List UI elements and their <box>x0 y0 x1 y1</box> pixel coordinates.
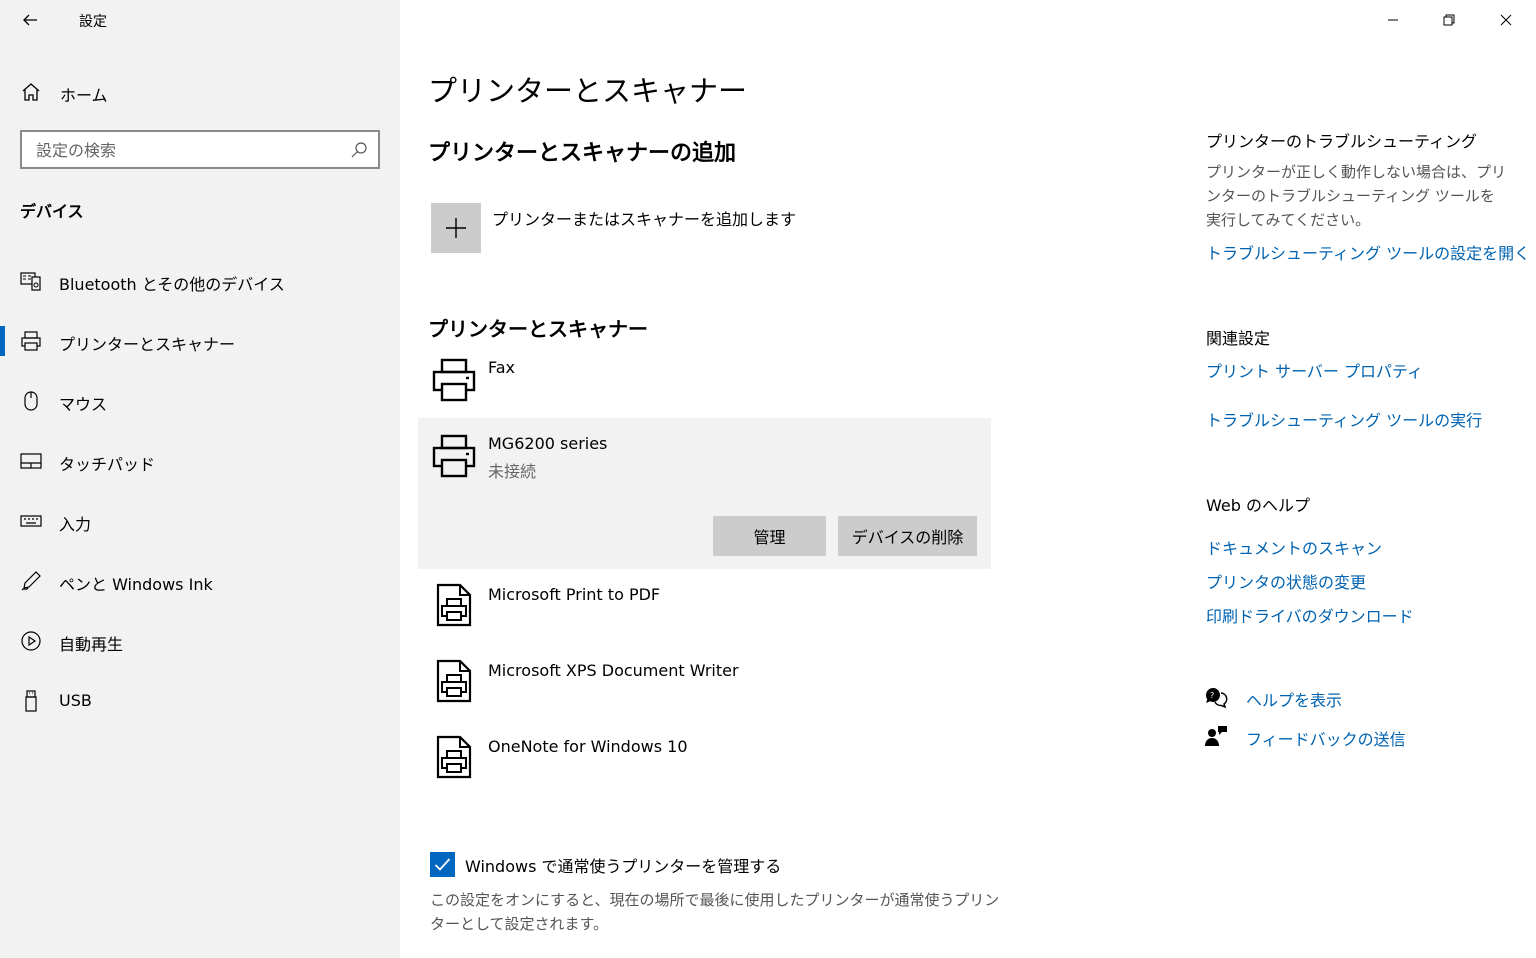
sidebar-item-label: Bluetooth とその他のデバイス <box>59 275 285 294</box>
close-icon <box>1500 14 1512 26</box>
sidebar-item-label: プリンターとスキャナー <box>59 335 236 354</box>
sidebar-item-bluetooth[interactable]: Bluetooth とその他のデバイス <box>0 260 400 320</box>
svg-text:?: ? <box>1210 691 1214 700</box>
feedback-icon <box>1205 726 1227 746</box>
feedback-link[interactable]: フィードバックの送信 <box>1246 726 1406 750</box>
device-item-mg6200[interactable]: MG6200 series 未接続 管理 デバイスの削除 <box>418 418 991 569</box>
device-status: 未接続 <box>488 462 537 481</box>
usb-icon <box>25 690 37 712</box>
minimize-button[interactable] <box>1365 0 1421 40</box>
device-name: Fax <box>488 358 516 377</box>
sidebar-item-autoplay[interactable]: 自動再生 <box>0 620 400 680</box>
driver-download-link[interactable]: 印刷ドライバのダウンロード <box>1206 603 1414 627</box>
scan-document-link[interactable]: ドキュメントのスキャン <box>1206 535 1382 559</box>
sidebar-item-printers[interactable]: プリンターとスキャナー <box>0 320 400 380</box>
page-title: プリンターとスキャナー <box>428 74 748 108</box>
printer-icon <box>21 331 41 351</box>
device-name: Microsoft XPS Document Writer <box>488 661 739 680</box>
mouse-icon <box>24 391 38 411</box>
troubleshoot-text: プリンターが正しく動作しない場合は、プリンターのトラブルシューティング ツールを… <box>1206 163 1507 229</box>
sidebar: 設定 ホーム デバイス Bluetooth とその他のデバイス プリンターとスキ… <box>0 0 400 958</box>
device-name: MG6200 series <box>488 434 608 453</box>
checkmark-icon <box>434 858 451 871</box>
search-box[interactable] <box>20 130 380 169</box>
add-device-label[interactable]: プリンターまたはスキャナーを追加します <box>492 206 796 230</box>
add-section-title: プリンターとスキャナーの追加 <box>428 141 737 166</box>
default-printer-label[interactable]: Windows で通常使うプリンターを管理する <box>465 853 781 877</box>
close-button[interactable] <box>1478 0 1534 40</box>
device-name: OneNote for Windows 10 <box>488 737 688 756</box>
pen-icon <box>21 571 41 591</box>
sidebar-item-mouse[interactable]: マウス <box>0 380 400 440</box>
manage-button[interactable]: 管理 <box>713 516 826 556</box>
sidebar-item-label: ホーム <box>60 86 108 105</box>
related-settings-heading: 関連設定 <box>1206 329 1271 348</box>
document-printer-icon <box>436 583 472 627</box>
section-title: デバイス <box>20 202 84 221</box>
device-item-onenote[interactable]: OneNote for Windows 10 <box>418 729 991 795</box>
help-link[interactable]: ヘルプを表示 <box>1246 687 1342 711</box>
back-arrow-icon <box>23 14 37 26</box>
troubleshoot-settings-link[interactable]: トラブルシューティング ツールの設定を開く <box>1206 240 1530 264</box>
sidebar-item-label: USB <box>59 691 92 710</box>
web-help-heading: Web のヘルプ <box>1206 496 1310 515</box>
document-printer-icon <box>436 735 472 779</box>
sidebar-item-pen[interactable]: ペンと Windows Ink <box>0 560 400 620</box>
printer-icon <box>432 434 476 478</box>
printer-list-title: プリンターとスキャナー <box>428 317 648 341</box>
default-printer-checkbox[interactable] <box>430 852 455 877</box>
restore-icon <box>1443 14 1455 26</box>
touchpad-icon <box>20 453 42 469</box>
sidebar-item-input[interactable]: 入力 <box>0 500 400 560</box>
plus-icon <box>446 218 466 238</box>
add-device-button[interactable] <box>431 203 481 253</box>
print-server-properties-link[interactable]: プリント サーバー プロパティ <box>1206 358 1423 382</box>
sidebar-item-label: タッチパッド <box>59 455 156 474</box>
device-item-print-to-pdf[interactable]: Microsoft Print to PDF <box>418 577 991 643</box>
search-input[interactable] <box>36 139 336 161</box>
keyboard-icon <box>20 515 42 527</box>
search-icon[interactable] <box>350 141 368 159</box>
autoplay-icon <box>21 631 41 651</box>
sidebar-item-label: マウス <box>59 395 108 414</box>
sidebar-nav: Bluetooth とその他のデバイス プリンターとスキャナー マウス タッチパ… <box>0 260 400 740</box>
home-icon <box>22 83 40 101</box>
remove-device-button[interactable]: デバイスの削除 <box>838 516 977 556</box>
troubleshoot-heading: プリンターのトラブルシューティング <box>1206 132 1478 151</box>
default-printer-note: この設定をオンにすると、現在の場所で最後に使用したプリンターが通常使うプリンター… <box>430 891 1000 933</box>
sidebar-item-label: ペンと Windows Ink <box>59 575 213 594</box>
printer-status-link[interactable]: プリンタの状態の変更 <box>1206 569 1366 593</box>
document-printer-icon <box>436 659 472 703</box>
run-troubleshooter-link[interactable]: トラブルシューティング ツールの実行 <box>1206 407 1482 431</box>
restore-button[interactable] <box>1421 0 1477 40</box>
sidebar-item-label: 入力 <box>59 515 92 534</box>
printer-icon <box>432 358 476 402</box>
minimize-icon <box>1388 19 1398 21</box>
bluetooth-devices-icon <box>20 272 41 291</box>
help-chat-icon: ? <box>1205 687 1228 709</box>
app-title: 設定 <box>79 14 107 30</box>
sidebar-item-touchpad[interactable]: タッチパッド <box>0 440 400 500</box>
device-item-fax[interactable]: Fax <box>418 350 991 416</box>
device-name: Microsoft Print to PDF <box>488 585 661 604</box>
sidebar-item-home[interactable]: ホーム <box>0 72 400 112</box>
back-button[interactable] <box>16 6 44 34</box>
sidebar-item-label: 自動再生 <box>59 635 124 654</box>
sidebar-item-usb[interactable]: USB <box>0 680 400 740</box>
device-item-xps-writer[interactable]: Microsoft XPS Document Writer <box>418 653 991 719</box>
